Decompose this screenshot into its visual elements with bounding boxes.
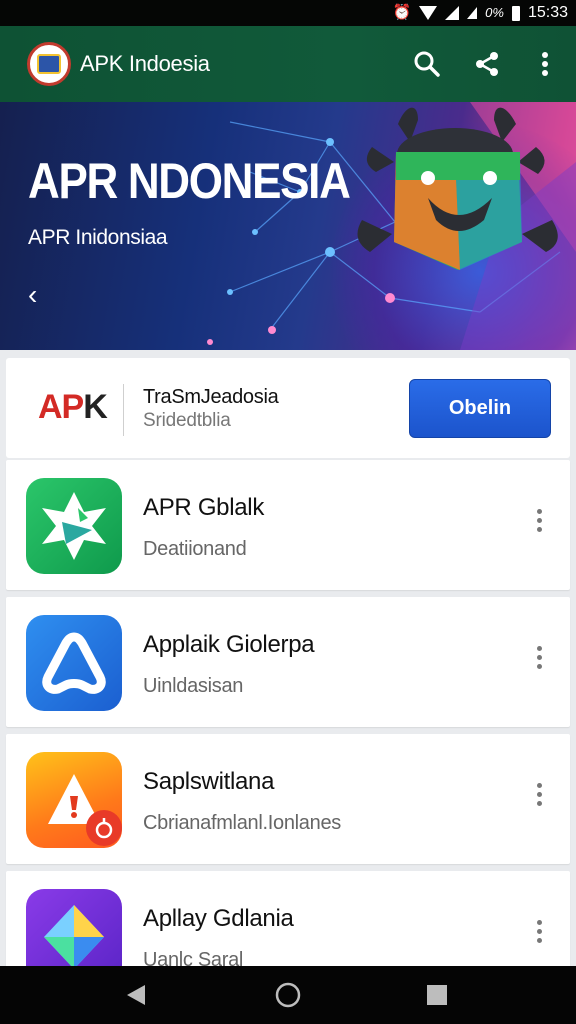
clock: 15:33 bbox=[527, 4, 568, 21]
signal-icon-2 bbox=[467, 7, 478, 19]
list-item-app-1[interactable]: APR Gblalk Deatiionand bbox=[6, 460, 570, 590]
get-button[interactable]: Obelin bbox=[409, 379, 551, 438]
blue-app-icon bbox=[26, 615, 122, 711]
home-icon bbox=[275, 982, 301, 1008]
status-icons: ⏰ 0% 15:33 bbox=[392, 0, 568, 26]
more-vert-icon[interactable] bbox=[524, 776, 554, 812]
list-item-app-3[interactable]: Saplswitlana Cbrianafmlanl.Ionlanes bbox=[6, 734, 570, 864]
alarm-icon: ⏰ bbox=[392, 4, 412, 21]
orange-app-glyph bbox=[48, 774, 122, 846]
app-name: Applaik Giolerpa bbox=[143, 631, 315, 658]
app-name: APR Gblalk bbox=[143, 494, 265, 521]
hero-title: APR NDONESIA bbox=[28, 153, 351, 209]
apk-logo-dark: K bbox=[83, 388, 108, 426]
status-bar: ⏰ 0% 15:33 bbox=[0, 0, 576, 26]
screen: ⏰ 0% 15:33 APK Indoesia APR NDONESIA APR… bbox=[0, 0, 576, 1024]
blue-app-glyph bbox=[42, 632, 106, 694]
recents-icon bbox=[427, 985, 447, 1005]
more-vert-icon[interactable] bbox=[524, 502, 554, 538]
battery-icon bbox=[511, 5, 520, 21]
app-logo bbox=[27, 42, 71, 86]
app-description: Uinldasisan bbox=[143, 675, 244, 697]
battery-percent: 0% bbox=[485, 5, 504, 20]
app-bar: APK Indoesia bbox=[0, 26, 576, 102]
back-button[interactable] bbox=[112, 977, 160, 1013]
search-button[interactable] bbox=[407, 44, 447, 84]
recents-button[interactable] bbox=[413, 977, 461, 1013]
promo-card: APK TraSmJeadosia Sridedtblia Obelin bbox=[6, 358, 570, 458]
green-app-icon bbox=[26, 478, 122, 574]
apk-logo: APK bbox=[38, 388, 108, 427]
search-icon bbox=[414, 51, 440, 77]
apk-logo-red: AP bbox=[38, 388, 84, 426]
logo-emblem bbox=[37, 54, 61, 74]
orange-app-icon bbox=[26, 752, 122, 848]
navigation-bar bbox=[0, 966, 576, 1024]
app-description: Cbrianafmlanl.Ionlanes bbox=[143, 812, 341, 834]
more-vert-icon[interactable] bbox=[524, 639, 554, 675]
app-name: Apllay Gdlania bbox=[143, 905, 294, 932]
more-options-button[interactable] bbox=[525, 44, 565, 84]
list-item-app-2[interactable]: Applaik Giolerpa Uinldasisan bbox=[6, 597, 570, 727]
wifi-icon bbox=[419, 6, 438, 20]
promo-title: TraSmJeadosia bbox=[143, 386, 279, 408]
app-name: Saplswitlana bbox=[143, 768, 275, 795]
divider bbox=[123, 384, 124, 436]
share-button[interactable] bbox=[467, 44, 507, 84]
signal-icon bbox=[445, 6, 460, 20]
app-description: Deatiionand bbox=[143, 538, 247, 560]
more-vert-icon[interactable] bbox=[524, 913, 554, 949]
more-vert-icon bbox=[542, 52, 548, 76]
app-title: APK Indoesia bbox=[80, 51, 210, 76]
share-icon bbox=[476, 52, 498, 76]
back-icon bbox=[127, 985, 145, 1005]
green-app-glyph bbox=[42, 492, 106, 560]
hero-subtitle: APR Inidonsiaa bbox=[28, 226, 168, 249]
hero-banner[interactable]: APR NDONESIA APR Inidonsiaa ‹ bbox=[0, 102, 576, 350]
home-button[interactable] bbox=[264, 977, 312, 1013]
chevron-left-icon[interactable]: ‹ bbox=[28, 280, 52, 310]
promo-subtitle: Sridedtblia bbox=[143, 410, 231, 431]
